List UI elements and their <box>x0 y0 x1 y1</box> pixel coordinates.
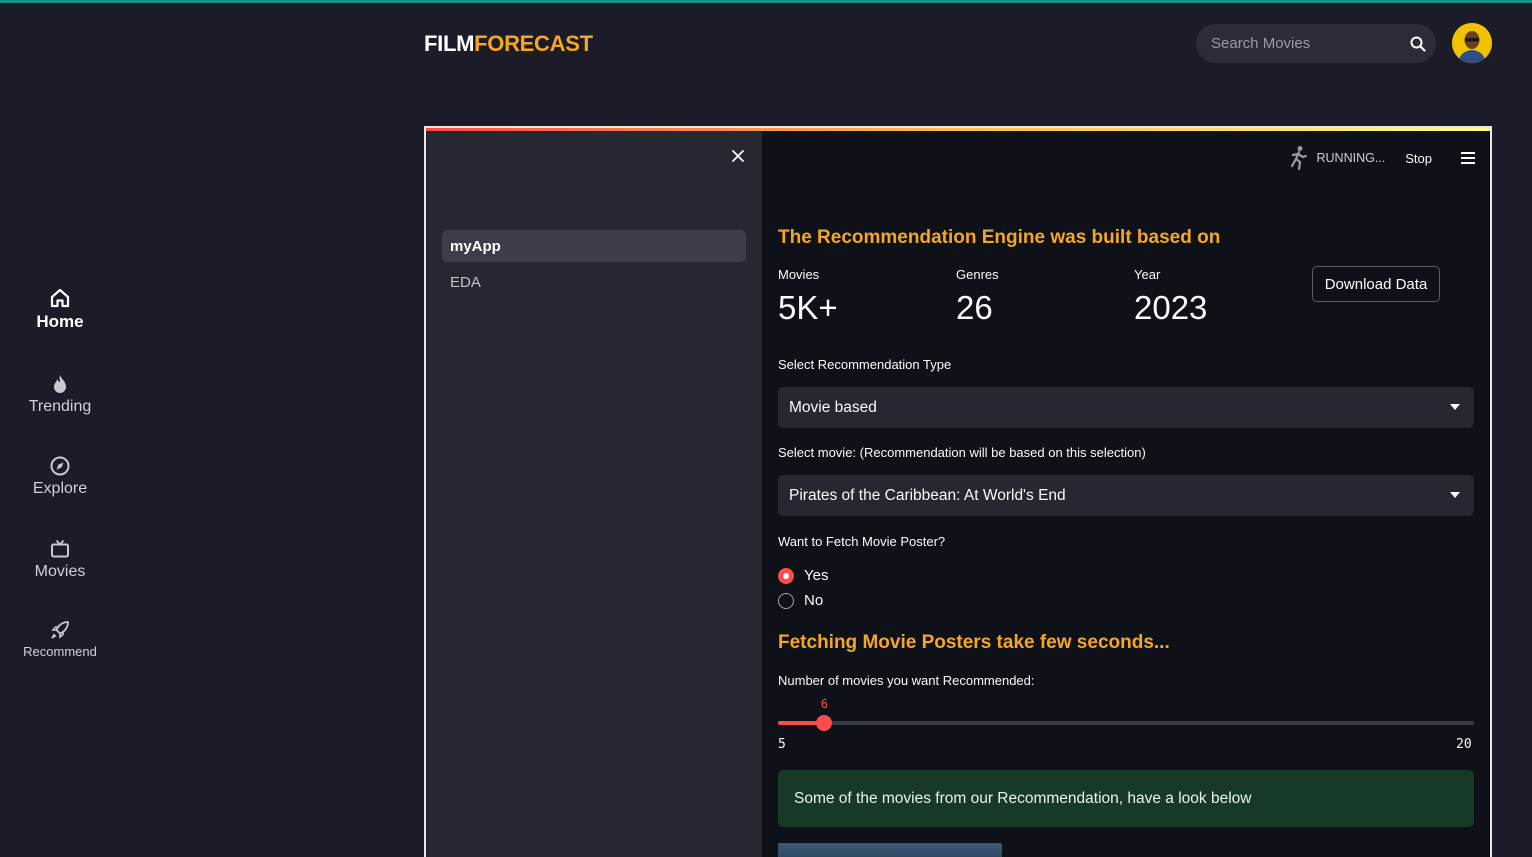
rec-type-select[interactable]: Movie based <box>778 387 1474 428</box>
flame-icon <box>48 372 72 396</box>
radio-no[interactable]: No <box>778 592 823 609</box>
user-avatar[interactable] <box>1452 23 1492 63</box>
download-data-button[interactable]: Download Data <box>1312 266 1440 302</box>
running-label: RUNNING... <box>1316 151 1386 165</box>
logo-part-film: FILM <box>424 31 475 56</box>
chevron-down-icon <box>1450 492 1460 498</box>
recommend-count-slider[interactable]: 6 <box>778 697 1474 751</box>
nav-label-explore: Explore <box>32 480 88 497</box>
sidebar-page-eda[interactable]: EDA <box>442 266 746 298</box>
radio-unselected-indicator[interactable] <box>778 592 794 609</box>
rec-type-label: Select Recommendation Type <box>778 357 952 372</box>
metric-label: Movies <box>778 267 820 282</box>
movie-poster-image[interactable] <box>778 843 1002 857</box>
metric-movies: Movies 5K+ <box>778 267 838 327</box>
nav-item-trending[interactable]: Trending <box>0 372 120 416</box>
search-icon[interactable] <box>1410 35 1426 53</box>
nav-item-recommend[interactable]: Recommend <box>0 618 120 659</box>
success-message: Some of the movies from our Recommendati… <box>778 770 1474 827</box>
slider-max-label: 20 <box>1456 737 1472 752</box>
nav-item-explore[interactable]: Explore <box>0 454 120 498</box>
metric-genres: Genres 26 <box>956 267 999 327</box>
slider-label: Number of movies you want Recommended: <box>778 673 1035 688</box>
rocket-icon <box>48 618 72 642</box>
nav-item-home[interactable]: Home <box>0 286 120 332</box>
metric-label: Year <box>1134 267 1161 282</box>
top-accent-line <box>0 0 1532 3</box>
tv-icon <box>48 537 72 561</box>
fetching-heading: Fetching Movie Posters take few seconds.… <box>778 632 1170 653</box>
compass-icon <box>48 454 72 478</box>
radio-selected-indicator[interactable] <box>778 567 794 584</box>
app-main: RUNNING... Stop The Recommendation Engin… <box>762 131 1490 857</box>
radio-yes-label: Yes <box>804 567 829 584</box>
slider-min-label: 5 <box>778 737 786 752</box>
metric-year: Year 2023 <box>1134 267 1207 327</box>
slider-track[interactable] <box>778 721 1474 725</box>
slider-thumb[interactable] <box>816 715 833 731</box>
radio-no-label: No <box>804 592 824 609</box>
slider-value: 6 <box>820 697 829 711</box>
home-icon <box>48 286 72 310</box>
close-icon[interactable] <box>730 148 746 164</box>
rec-type-value: Movie based <box>789 398 877 416</box>
sidebar-page-myapp[interactable]: myApp <box>442 230 746 262</box>
streamlit-app-frame: myApp EDA RUNNING... Stop The Recommenda… <box>424 126 1492 857</box>
metric-label: Genres <box>956 267 999 282</box>
nav-label-home: Home <box>36 312 84 331</box>
movie-select-value: Pirates of the Caribbean: At World's End <box>789 486 1066 504</box>
logo-part-forecast: FORECAST <box>474 31 593 56</box>
running-man-icon <box>1287 145 1309 171</box>
metric-value: 5K+ <box>778 289 838 326</box>
poster-question-label: Want to Fetch Movie Poster? <box>778 534 946 549</box>
site-logo[interactable]: FILMFORECAST <box>424 31 593 57</box>
nav-label-movies: Movies <box>34 563 86 580</box>
search-input[interactable] <box>1211 35 1410 52</box>
movie-select-label: Select movie: (Recommendation will be ba… <box>778 445 1146 460</box>
chevron-down-icon <box>1450 404 1460 410</box>
stop-button[interactable]: Stop <box>1405 151 1432 166</box>
engine-heading: The Recommendation Engine was built base… <box>778 227 1221 248</box>
nav-label-trending: Trending <box>28 398 92 415</box>
movie-select[interactable]: Pirates of the Caribbean: At World's End <box>778 475 1474 516</box>
run-status: RUNNING... Stop <box>1287 145 1477 171</box>
hamburger-menu-icon[interactable] <box>1460 151 1476 165</box>
metric-value: 26 <box>956 289 993 326</box>
search-box <box>1196 24 1436 63</box>
metric-value: 2023 <box>1134 289 1208 326</box>
nav-item-movies[interactable]: Movies <box>0 537 120 581</box>
nav-label-recommend: Recommend <box>23 644 97 659</box>
app-sidebar: myApp EDA <box>426 131 762 857</box>
radio-yes[interactable]: Yes <box>778 567 828 584</box>
